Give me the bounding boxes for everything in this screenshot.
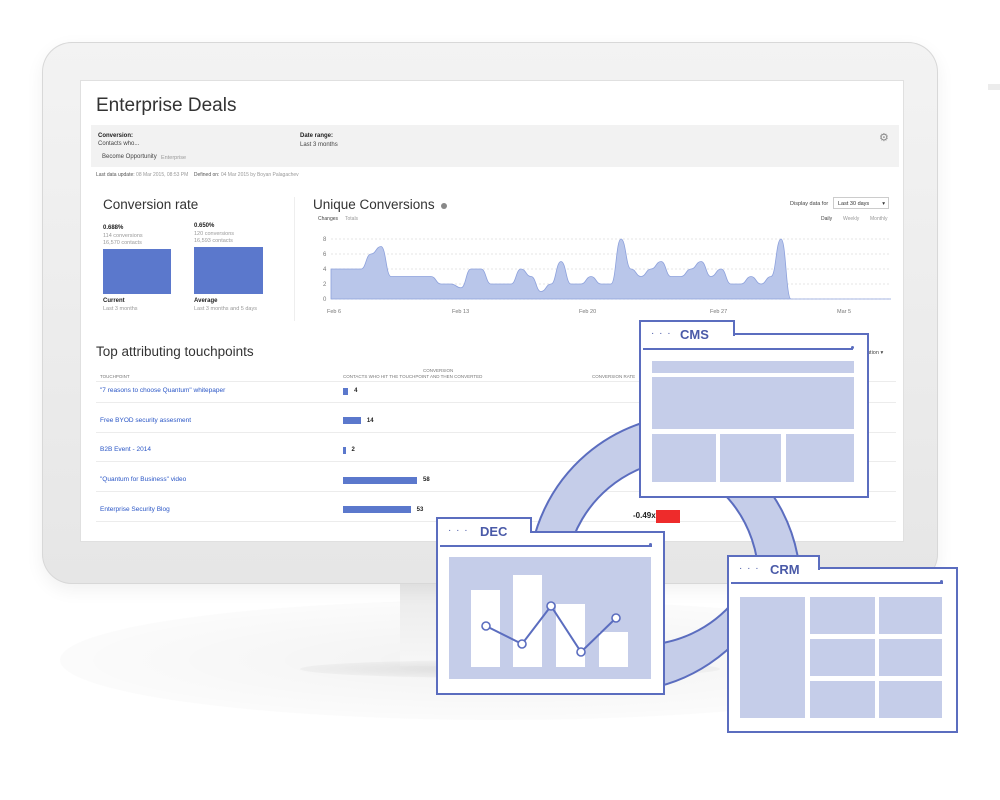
cms-menu-dot: [851, 346, 854, 349]
dec-chart-line: [485, 604, 617, 654]
crm-block: [879, 597, 942, 634]
crm-block: [879, 681, 942, 718]
dec-chart-point: [576, 647, 586, 657]
crm-dots: · · ·: [739, 563, 760, 574]
dec-chart-bar: [513, 575, 542, 667]
dec-chart-point: [481, 621, 491, 631]
cms-header-line: [643, 348, 853, 350]
cms-block: [720, 434, 781, 482]
dec-chart-point: [546, 601, 556, 611]
rate-value: -0.49x: [633, 511, 656, 520]
crm-block: [879, 639, 942, 676]
cms-block: [652, 377, 854, 429]
cms-dots: · · ·: [651, 328, 672, 339]
rate-bar-negative: [656, 510, 680, 523]
crm-block: [810, 597, 875, 634]
cms-title: CMS: [680, 327, 709, 342]
dec-dots: · · ·: [448, 525, 469, 536]
dec-chart-bar: [599, 632, 628, 667]
dec-mini-chart: [471, 575, 628, 667]
crm-block: [740, 597, 805, 718]
dec-header-line: [440, 545, 652, 547]
crm-header-line: [731, 582, 943, 584]
crm-menu-dot: [940, 580, 943, 583]
dec-chart-point: [517, 639, 527, 649]
dec-chart-point: [611, 613, 621, 623]
crm-block: [810, 639, 875, 676]
cms-block: [652, 434, 716, 482]
cms-block: [786, 434, 854, 482]
cms-block: [652, 361, 854, 373]
dec-title: DEC: [480, 524, 508, 539]
dec-menu-dot: [649, 543, 652, 546]
crm-title: CRM: [770, 562, 800, 577]
crm-block: [810, 681, 875, 718]
